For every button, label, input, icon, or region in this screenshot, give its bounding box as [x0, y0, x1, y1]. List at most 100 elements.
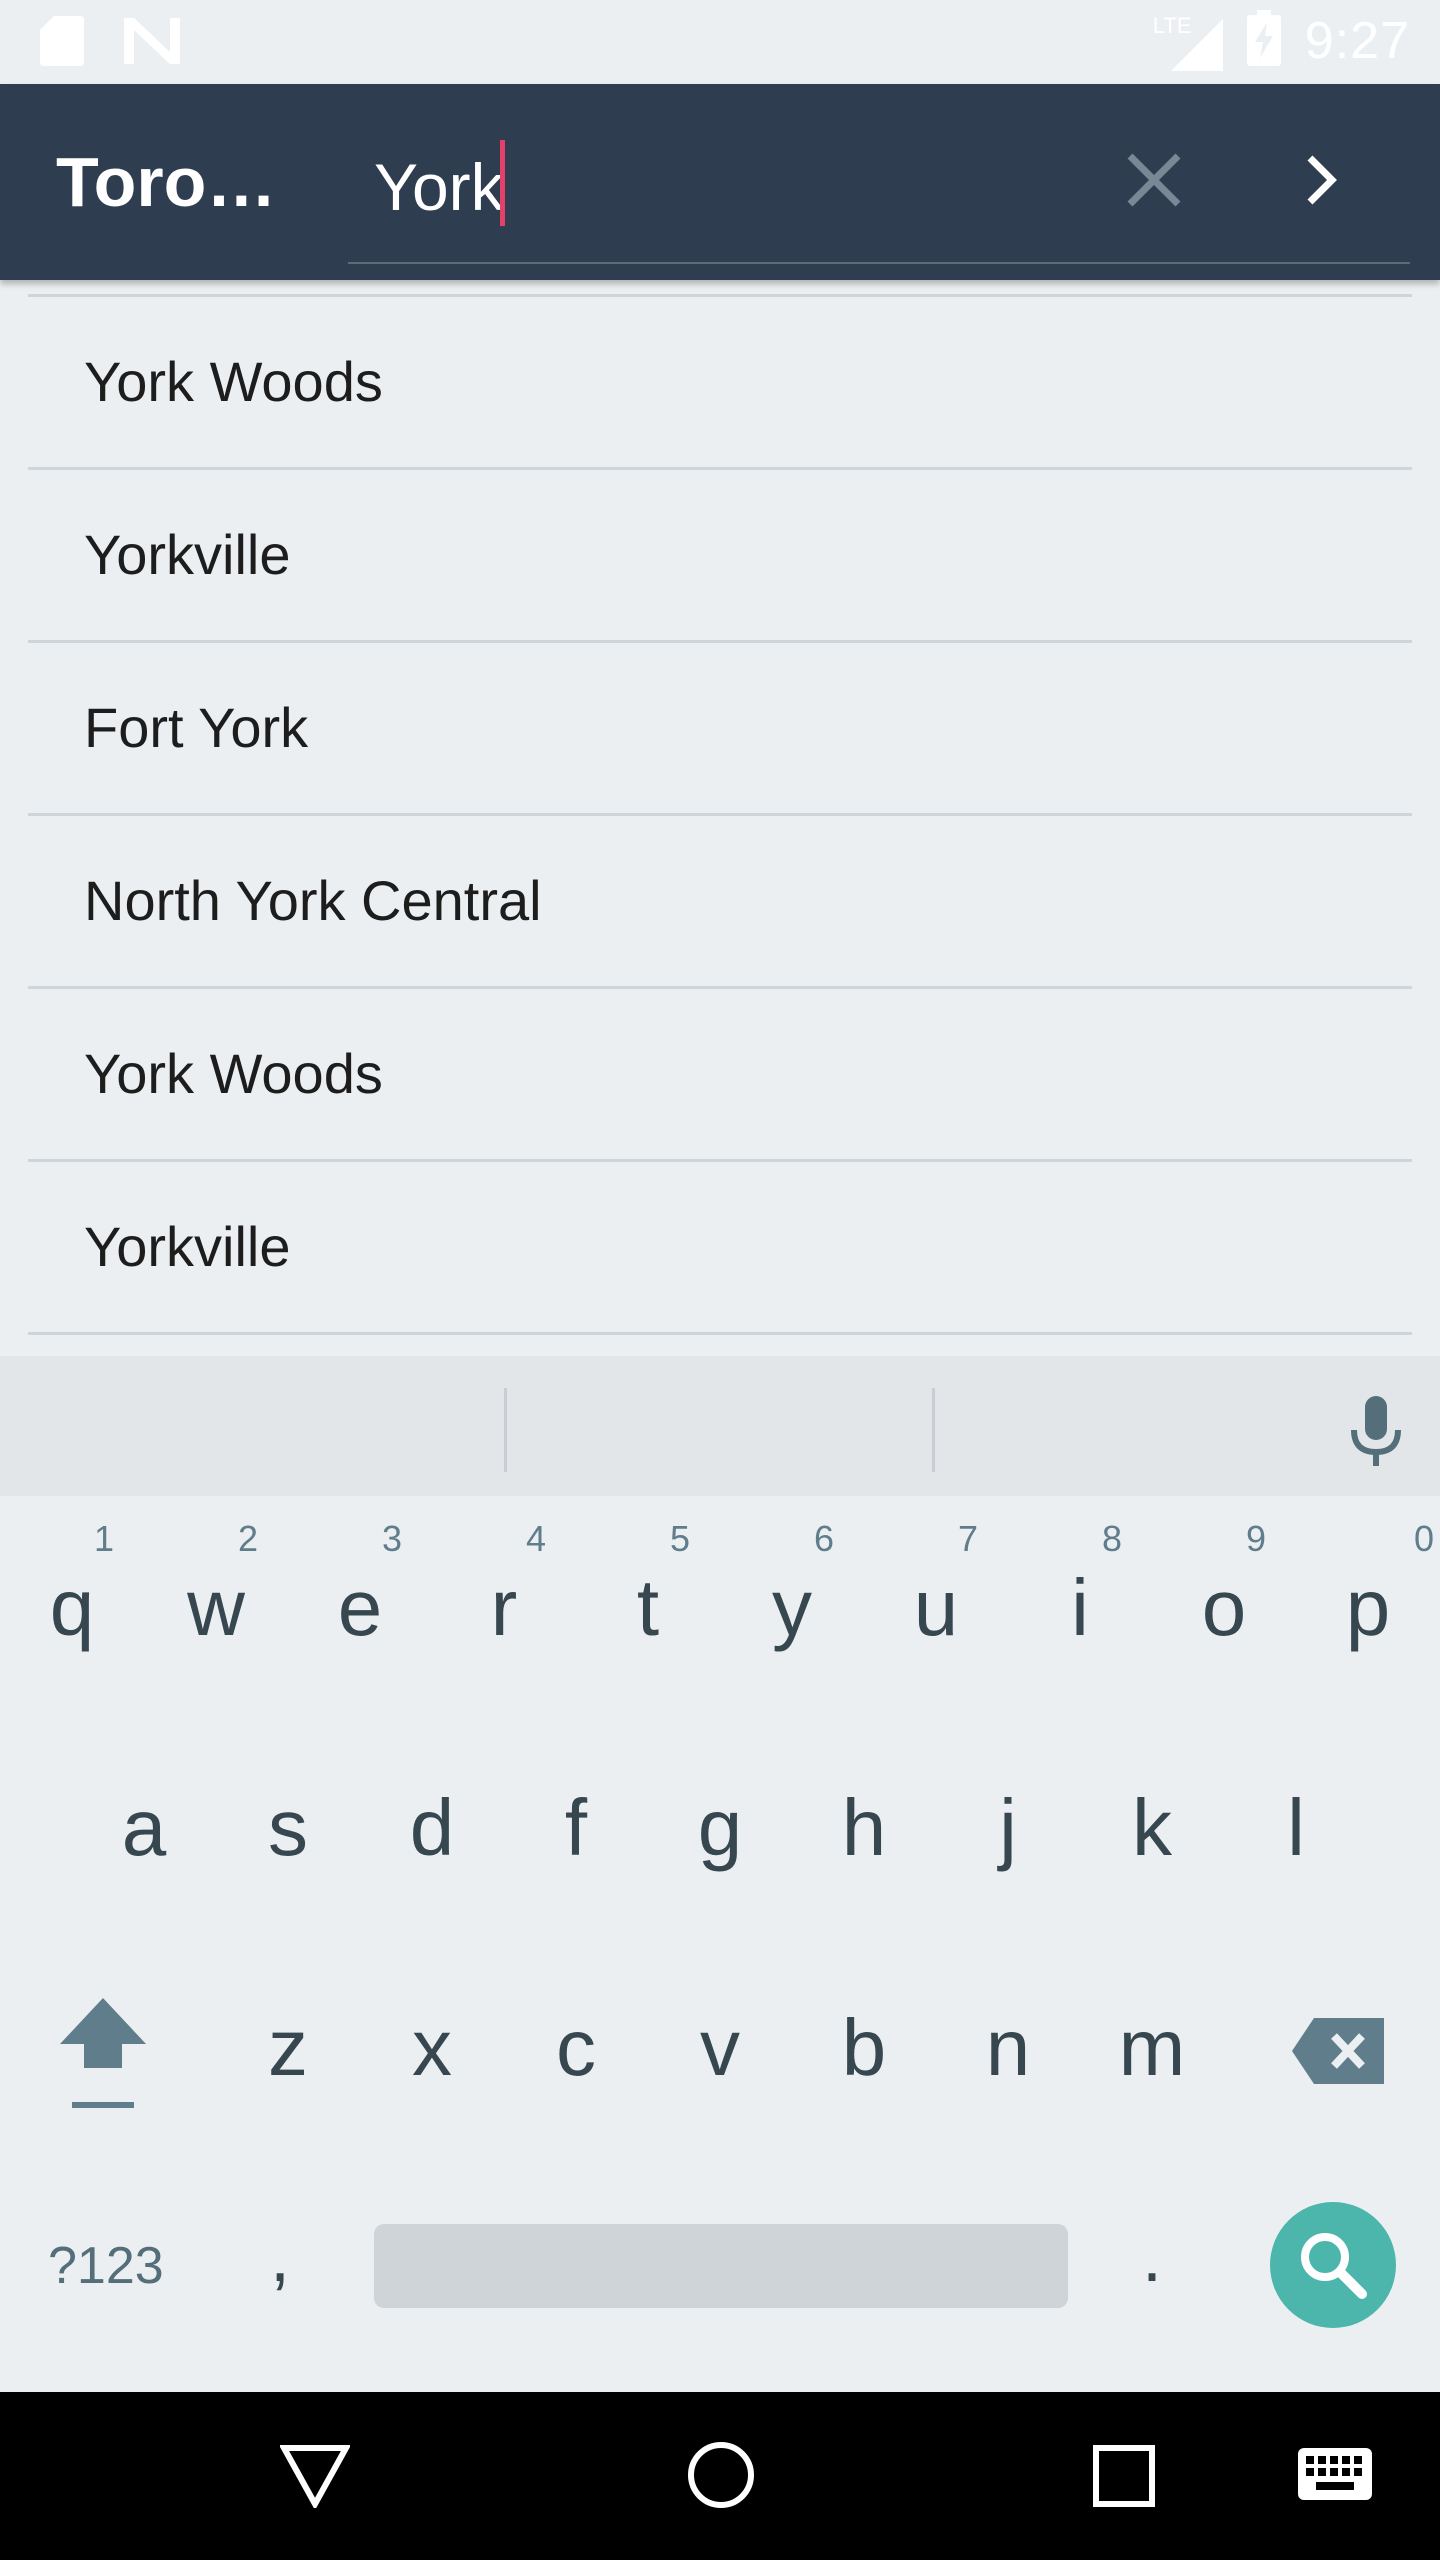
search-results-list: York Woods Yorkville Fort York North Yor…	[28, 294, 1412, 1335]
voice-input-button[interactable]	[1346, 1396, 1406, 1473]
key-label: e	[337, 1563, 383, 1652]
search-field[interactable]	[348, 106, 1410, 264]
symbols-key[interactable]: ?123	[48, 2236, 164, 2296]
result-item[interactable]: York Woods	[28, 989, 1412, 1162]
key-label: i	[1071, 1563, 1089, 1652]
key-label: y	[772, 1563, 812, 1652]
backspace-key[interactable]	[1266, 1952, 1410, 2152]
key-t[interactable]: 5t	[576, 1512, 720, 1712]
key-g[interactable]: g	[648, 1732, 792, 1932]
key-label: k	[1132, 1783, 1172, 1872]
result-item[interactable]: Yorkville	[28, 1162, 1412, 1335]
battery-charging-icon	[1246, 10, 1281, 71]
key-label: m	[1118, 2003, 1186, 2092]
key-l[interactable]: l	[1224, 1732, 1368, 1932]
key-number-hint: 9	[1245, 1518, 1266, 1559]
key-o[interactable]: 9o	[1152, 1512, 1296, 1712]
chevron-right-icon	[1307, 155, 1337, 205]
result-label: Yorkville	[84, 523, 291, 586]
key-z[interactable]: z	[216, 1952, 360, 2152]
keyboard-switch-icon[interactable]	[1298, 2448, 1372, 2500]
signal-icon: LTE	[1153, 11, 1223, 71]
shift-icon	[60, 1998, 146, 2108]
key-label: a	[121, 1783, 167, 1872]
key-number-hint: 8	[1101, 1518, 1122, 1559]
key-number-hint: 0	[1413, 1518, 1434, 1559]
result-item[interactable]: Fort York	[28, 643, 1412, 816]
key-label: n	[985, 2003, 1031, 2092]
key-n[interactable]: n	[936, 1952, 1080, 2152]
suggestion-divider	[504, 1388, 507, 1472]
key-h[interactable]: h	[792, 1732, 936, 1932]
space-bar[interactable]	[374, 2224, 1068, 2308]
key-label: p	[1345, 1563, 1391, 1652]
key-label: j	[999, 1783, 1017, 1872]
key-i[interactable]: 8i	[1008, 1512, 1152, 1712]
key-b[interactable]: b	[792, 1952, 936, 2152]
key-e[interactable]: 3e	[288, 1512, 432, 1712]
period-key[interactable]: .	[1142, 2216, 1162, 2298]
n-notification-icon	[124, 18, 180, 69]
key-label: q	[49, 1563, 95, 1652]
key-label: r	[490, 1563, 518, 1652]
key-label: b	[841, 2003, 887, 2092]
result-item[interactable]: York Woods	[28, 297, 1412, 470]
submit-search-button[interactable]	[1282, 140, 1362, 220]
key-x[interactable]: x	[360, 1952, 504, 2152]
key-label: c	[556, 2003, 596, 2092]
key-number-hint: 3	[381, 1518, 402, 1559]
recents-icon[interactable]	[1092, 2444, 1156, 2508]
status-bar: LTE 9:27	[0, 0, 1440, 84]
app-bar: Toron…	[0, 84, 1440, 280]
key-v[interactable]: v	[648, 1952, 792, 2152]
key-f[interactable]: f	[504, 1732, 648, 1932]
key-label: s	[268, 1783, 308, 1872]
key-j[interactable]: j	[936, 1732, 1080, 1932]
key-number-hint: 6	[813, 1518, 834, 1559]
key-label: o	[1201, 1563, 1247, 1652]
back-icon[interactable]	[280, 2444, 350, 2508]
result-label: York Woods	[84, 1042, 383, 1105]
shift-key[interactable]	[30, 1952, 174, 2152]
soft-keyboard: 1q 2w 3e 4r 5t 6y 7u 8i 9o 0p a s d f g …	[0, 1356, 1440, 2392]
key-q[interactable]: 1q	[0, 1512, 144, 1712]
key-label: x	[412, 2003, 452, 2092]
key-label: d	[409, 1783, 455, 1872]
clear-search-button[interactable]	[1114, 140, 1194, 220]
result-item[interactable]: Yorkville	[28, 470, 1412, 643]
key-label: l	[1287, 1783, 1305, 1872]
result-label: North York Central	[84, 869, 542, 932]
key-number-hint: 5	[669, 1518, 690, 1559]
key-d[interactable]: d	[360, 1732, 504, 1932]
search-action-key[interactable]	[1270, 2202, 1396, 2328]
key-label: t	[636, 1563, 660, 1652]
result-item[interactable]: North York Central	[28, 816, 1412, 989]
result-label: York Woods	[84, 350, 383, 413]
key-y[interactable]: 6y	[720, 1512, 864, 1712]
close-icon	[1127, 153, 1181, 207]
key-a[interactable]: a	[72, 1732, 216, 1932]
key-label: h	[841, 1783, 887, 1872]
key-r[interactable]: 4r	[432, 1512, 576, 1712]
search-icon	[1301, 2233, 1367, 2299]
key-number-hint: 2	[237, 1518, 258, 1559]
search-input[interactable]	[374, 144, 1074, 230]
clock: 9:27	[1304, 11, 1410, 70]
sd-card-icon	[40, 16, 84, 71]
microphone-icon	[1351, 1396, 1401, 1466]
key-w[interactable]: 2w	[144, 1512, 288, 1712]
system-navigation-bar	[0, 2392, 1440, 2560]
key-number-hint: 7	[957, 1518, 978, 1559]
suggestion-strip	[0, 1356, 1440, 1496]
comma-key[interactable]: ,	[270, 2216, 290, 2298]
key-label: v	[700, 2003, 740, 2092]
key-m[interactable]: m	[1080, 1952, 1224, 2152]
key-u[interactable]: 7u	[864, 1512, 1008, 1712]
key-number-hint: 1	[93, 1518, 114, 1559]
key-p[interactable]: 0p	[1296, 1512, 1440, 1712]
home-icon[interactable]	[686, 2440, 756, 2510]
key-s[interactable]: s	[216, 1732, 360, 1932]
text-cursor	[500, 140, 505, 226]
key-k[interactable]: k	[1080, 1732, 1224, 1932]
key-c[interactable]: c	[504, 1952, 648, 2152]
